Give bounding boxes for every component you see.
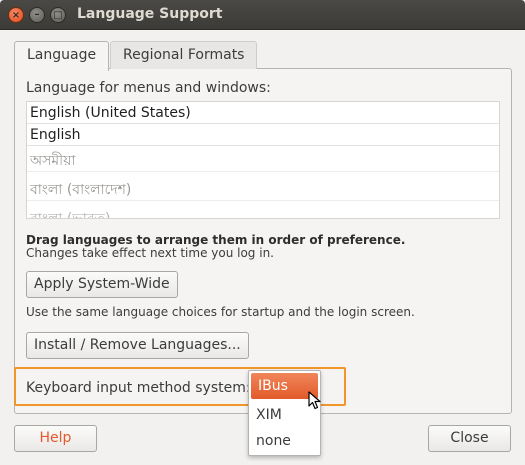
- close-window-button[interactable]: ×: [8, 7, 24, 23]
- keyboard-input-label: Keyboard input method system:: [26, 380, 251, 396]
- language-item[interactable]: English (United States): [27, 102, 499, 124]
- drag-note: Changes take effect next time you log in…: [26, 246, 274, 260]
- maximize-window-button[interactable]: □: [50, 7, 66, 23]
- tab-regional-formats[interactable]: Regional Formats: [110, 41, 258, 69]
- drag-hint: Drag languages to arrange them in order …: [26, 233, 406, 247]
- mouse-pointer-icon: [308, 391, 321, 410]
- tab-language[interactable]: Language: [14, 41, 110, 71]
- language-section-label: Language for menus and windows:: [26, 80, 271, 96]
- help-button[interactable]: Help: [14, 425, 97, 452]
- title-bar: × – □ Language Support: [0, 0, 525, 30]
- language-item[interactable]: অসমীয়া: [27, 150, 499, 172]
- dropdown-option-none[interactable]: none: [249, 428, 320, 454]
- minimize-window-button[interactable]: –: [29, 7, 45, 23]
- apply-note: Use the same language choices for startu…: [26, 305, 415, 319]
- apply-system-wide-button[interactable]: Apply System-Wide: [26, 271, 178, 298]
- language-list[interactable]: English (United States) English অসমীয়া …: [26, 101, 500, 219]
- close-button[interactable]: Close: [428, 425, 511, 452]
- window-title: Language Support: [77, 6, 223, 22]
- language-item[interactable]: English: [27, 124, 499, 146]
- language-item[interactable]: বাংলা (বাংলাদেশ): [27, 179, 499, 201]
- install-remove-languages-button[interactable]: Install / Remove Languages...: [26, 332, 249, 359]
- language-item[interactable]: বাংলা (ভারত): [27, 208, 499, 218]
- keyboard-input-dropdown[interactable]: IBus XIM none: [248, 370, 321, 456]
